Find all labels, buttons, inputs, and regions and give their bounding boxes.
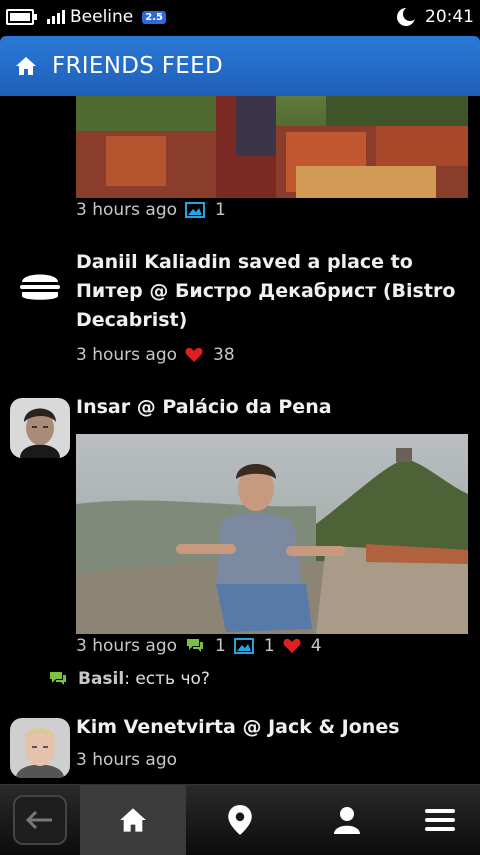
feed-item-title[interactable]: Insar @ Palácio da Pena	[76, 393, 470, 422]
photo-icon	[233, 638, 254, 654]
timestamp: 3 hours ago	[76, 200, 178, 220]
tab-profile[interactable]	[293, 785, 400, 855]
tab-home[interactable]	[80, 785, 186, 855]
comment-text: : есть чо?	[124, 669, 210, 689]
heart-icon	[283, 638, 301, 653]
timestamp: 3 hours ago	[76, 750, 178, 770]
battery-icon	[6, 9, 37, 25]
avatar[interactable]	[10, 398, 70, 458]
feed-photo[interactable]	[76, 96, 468, 198]
signal-icon	[47, 10, 65, 24]
heart-icon	[185, 347, 203, 362]
avatar[interactable]	[10, 718, 70, 778]
clock: 20:41	[425, 7, 474, 27]
burger-icon	[20, 274, 60, 300]
feed-photo[interactable]	[76, 434, 468, 634]
photo-count: 1	[215, 200, 226, 220]
feed-item-meta: 3 hours ago	[76, 750, 177, 770]
feed-item-meta: 3 hours ago 38	[76, 345, 235, 365]
feed-item-title[interactable]: Kim Venetvirta @ Jack & Jones	[76, 713, 470, 742]
timestamp: 3 hours ago	[76, 636, 178, 656]
back-arrow-icon	[26, 810, 52, 830]
app-header: FRIENDS FEED	[0, 36, 480, 96]
like-count: 4	[310, 636, 322, 656]
comment-count: 1	[215, 636, 226, 656]
page-title: FRIENDS FEED	[52, 53, 223, 79]
user-icon	[333, 807, 360, 834]
feed-item-title[interactable]: Daniil Kaliadin saved a place to Питер @…	[76, 248, 470, 335]
comment-author: Basil	[78, 669, 125, 689]
comment-icon	[50, 672, 66, 685]
back-button[interactable]	[0, 785, 80, 855]
photo-icon	[185, 202, 206, 218]
tab-places[interactable]	[186, 785, 293, 855]
home-icon[interactable]	[14, 54, 38, 78]
status-bar: Beeline 2.5 20:41	[0, 0, 480, 34]
comment-row[interactable]: Basil: есть чо?	[48, 669, 210, 689]
like-count: 38	[213, 345, 235, 365]
silent-mode-icon	[397, 7, 417, 26]
comment-icon	[187, 639, 204, 652]
tab-menu[interactable]	[400, 785, 480, 855]
menu-icon	[425, 809, 455, 831]
feed-item-meta: 3 hours ago 1 1 4	[76, 636, 322, 656]
bottom-toolbar	[0, 784, 480, 855]
photo-count: 1	[263, 636, 275, 656]
network-badge: 2.5	[142, 10, 166, 24]
feed-item-meta: 3 hours ago 1	[76, 200, 226, 220]
friends-feed-list[interactable]: 3 hours ago 1 Daniil Kaliadin saved a pl…	[0, 96, 480, 784]
home-icon	[120, 808, 146, 832]
location-pin-icon	[227, 805, 252, 835]
timestamp: 3 hours ago	[76, 345, 178, 365]
carrier-name: Beeline	[70, 7, 134, 27]
